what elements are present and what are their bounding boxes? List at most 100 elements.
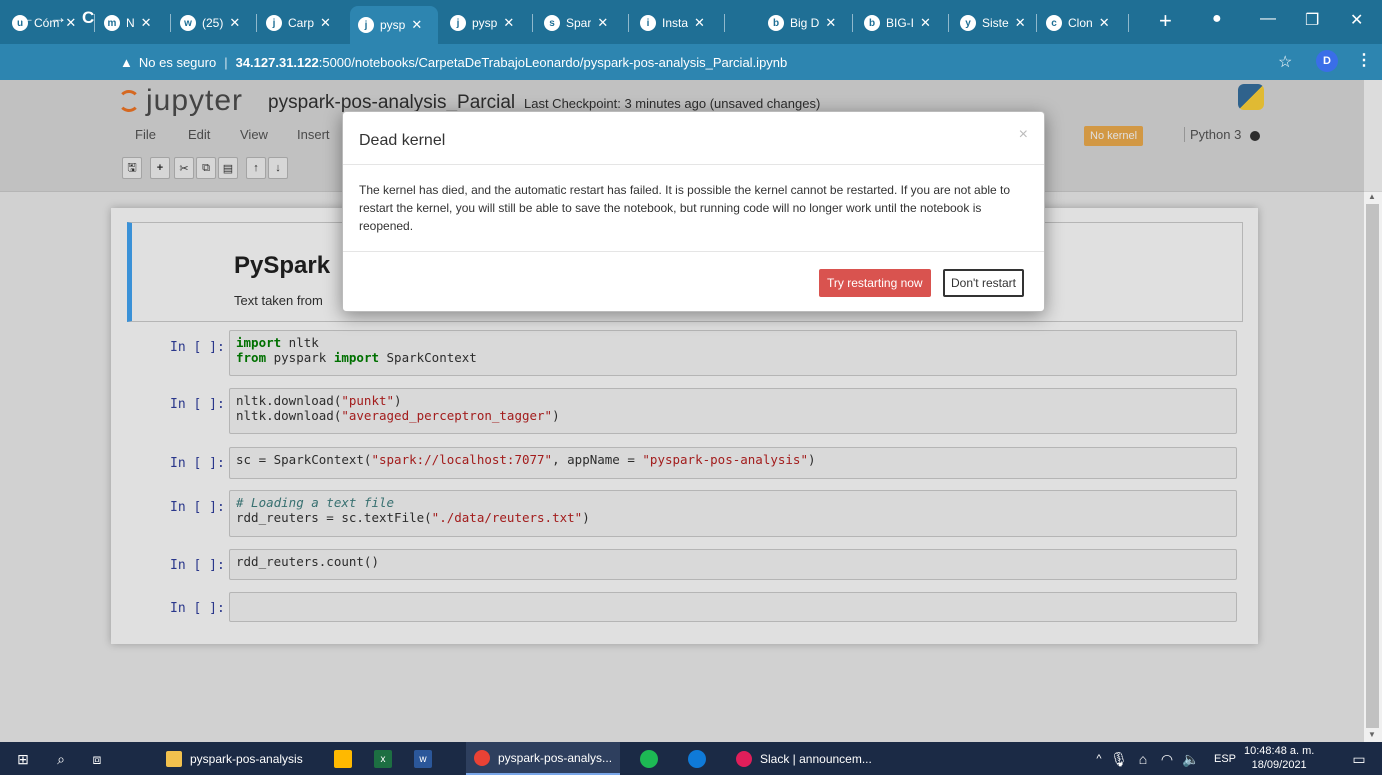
tab-title: Insta <box>662 16 689 30</box>
browser-tab-9[interactable]: b Big D ✕ <box>760 8 850 38</box>
volume-icon[interactable]: 🔈 <box>1182 750 1200 768</box>
folder-icon <box>166 750 182 767</box>
browser-tab-4[interactable]: j Carp ✕ <box>258 8 346 38</box>
tab-close-icon[interactable]: ✕ <box>229 15 240 31</box>
url-path: :5000/notebooks/CarpetaDeTrabajoLeonardo… <box>318 54 788 70</box>
tab-title: Siste <box>982 16 1009 30</box>
url-input[interactable]: ▲ No es seguro | 34.127.31.122 :5000/not… <box>120 50 1260 74</box>
tab-close-icon[interactable]: ✕ <box>1015 15 1026 31</box>
tab-separator <box>628 14 629 32</box>
tab-title: Carp <box>288 16 315 30</box>
dont-restart-button[interactable]: Don't restart <box>943 269 1024 297</box>
scroll-up-icon[interactable]: ▲ <box>1368 192 1376 201</box>
task-view-icon[interactable]: ⧈ <box>88 750 106 768</box>
taskbar-app-label: pyspark-pos-analysis <box>190 751 303 766</box>
dialog-title: Dead kernel <box>359 132 446 149</box>
browser-tab-11[interactable]: y Siste ✕ <box>952 8 1034 38</box>
tab-favicon-icon: i <box>640 15 656 31</box>
tab-separator <box>724 14 725 32</box>
tab-close-icon[interactable]: ✕ <box>320 15 331 31</box>
tab-separator <box>532 14 533 32</box>
new-tab-button[interactable]: + <box>1159 10 1172 32</box>
browser-tab-12[interactable]: c Clon ✕ <box>1038 8 1126 38</box>
minimize-icon[interactable]: — <box>1260 10 1276 28</box>
clock-time: 10:48:48 a. m. <box>1244 745 1315 757</box>
tab-favicon-icon: s <box>544 15 560 31</box>
profile-menu-icon[interactable]: ● <box>1212 10 1222 28</box>
search-icon[interactable]: ⌕ <box>52 750 70 768</box>
tab-favicon-icon: c <box>1046 15 1062 31</box>
edge-icon[interactable] <box>688 750 706 768</box>
tab-close-icon[interactable]: ✕ <box>597 15 608 31</box>
browser-tab-2[interactable]: m N ✕ <box>96 8 168 38</box>
reload-icon[interactable]: C <box>82 8 94 28</box>
browser-menu-icon[interactable]: ⋮ <box>1356 50 1372 70</box>
slack-icon <box>736 750 752 767</box>
tab-title: (25) <box>202 16 224 30</box>
browser-tab-6[interactable]: j pysp ✕ <box>442 8 530 38</box>
taskbar-app-label: Slack | announcem... <box>760 751 872 766</box>
close-window-icon[interactable]: ✕ <box>1350 10 1363 30</box>
tab-title: N <box>126 16 135 30</box>
tab-favicon-icon: w <box>180 15 196 31</box>
bookmark-star-icon[interactable]: ☆ <box>1278 52 1292 72</box>
system-clock[interactable]: 10:48:48 a. m. 18/09/2021 <box>1244 744 1314 772</box>
chrome-icon <box>474 749 490 766</box>
microphone-icon[interactable]: 🎙 <box>1110 750 1128 768</box>
taskbar-app-label: pyspark-pos-analys... <box>498 750 613 765</box>
dialog-footer: Try restarting now Don't restart <box>343 251 1044 313</box>
wifi-icon[interactable]: ◠ <box>1158 750 1176 768</box>
url-separator: | <box>224 54 228 70</box>
restore-icon[interactable]: ❐ <box>1305 10 1319 30</box>
tab-favicon-icon: y <box>960 15 976 31</box>
tab-separator <box>1036 14 1037 32</box>
try-restarting-button[interactable]: Try restarting now <box>819 269 931 297</box>
url-host: 34.127.31.122 <box>235 54 319 70</box>
forward-arrow-icon[interactable]: → <box>50 8 67 28</box>
notifications-icon[interactable]: ▭ <box>1350 750 1368 768</box>
scrollbar-thumb[interactable] <box>1366 204 1379 728</box>
excel-icon[interactable]: x <box>374 750 392 768</box>
taskbar-app-chrome[interactable]: pyspark-pos-analys... <box>466 742 620 775</box>
tab-close-icon[interactable]: ✕ <box>503 15 514 31</box>
profile-avatar[interactable]: D <box>1316 50 1338 72</box>
taskbar-app-explorer[interactable]: pyspark-pos-analysis <box>160 742 320 775</box>
tab-title: BIG-I <box>886 16 915 30</box>
tab-favicon-icon: j <box>450 15 466 31</box>
back-arrow-icon[interactable]: ← <box>18 8 35 28</box>
tab-favicon-icon: b <box>864 15 880 31</box>
tab-close-icon[interactable]: ✕ <box>694 15 705 31</box>
tab-separator <box>852 14 853 32</box>
tab-close-icon[interactable]: ✕ <box>920 15 931 31</box>
tab-title: Clon <box>1068 16 1093 30</box>
tab-title: Spar <box>566 16 592 30</box>
spotify-icon[interactable] <box>640 750 658 768</box>
taskbar-app-slack[interactable]: Slack | announcem... <box>728 742 888 775</box>
tab-close-icon[interactable]: ✕ <box>825 15 836 31</box>
dialog-message: The kernel has died, and the automatic r… <box>359 183 1011 233</box>
word-icon[interactable]: w <box>414 750 432 768</box>
tab-favicon-icon: b <box>768 15 784 31</box>
tab-separator <box>1128 14 1129 32</box>
tab-separator <box>170 14 171 32</box>
tab-close-icon[interactable]: ✕ <box>1099 15 1110 31</box>
tab-title: pysp <box>472 16 498 30</box>
store-icon[interactable] <box>334 750 352 768</box>
close-icon[interactable]: × <box>1019 126 1028 144</box>
tab-title: pysp <box>380 18 406 32</box>
language-indicator[interactable]: ESP <box>1214 753 1236 765</box>
browser-tab-8[interactable]: i Insta ✕ <box>632 8 722 38</box>
browser-tab-5[interactable]: j pysp ✕ <box>350 6 438 44</box>
browser-tab-7[interactable]: s Spar ✕ <box>536 8 626 38</box>
browser-tab-10[interactable]: b BIG-I ✕ <box>856 8 946 38</box>
scroll-down-icon[interactable]: ▼ <box>1368 730 1376 739</box>
tab-separator <box>948 14 949 32</box>
tab-favicon-icon: m <box>104 15 120 31</box>
browser-tab-3[interactable]: w (25) ✕ <box>172 8 254 38</box>
chevron-up-icon[interactable]: ^ <box>1090 750 1108 768</box>
tab-close-icon[interactable]: ✕ <box>141 15 152 31</box>
tab-close-icon[interactable]: ✕ <box>411 17 422 33</box>
network-icon[interactable]: ⌂ <box>1134 750 1152 768</box>
tab-favicon-icon: j <box>358 17 374 33</box>
windows-start-icon[interactable]: ⊞ <box>14 750 32 768</box>
